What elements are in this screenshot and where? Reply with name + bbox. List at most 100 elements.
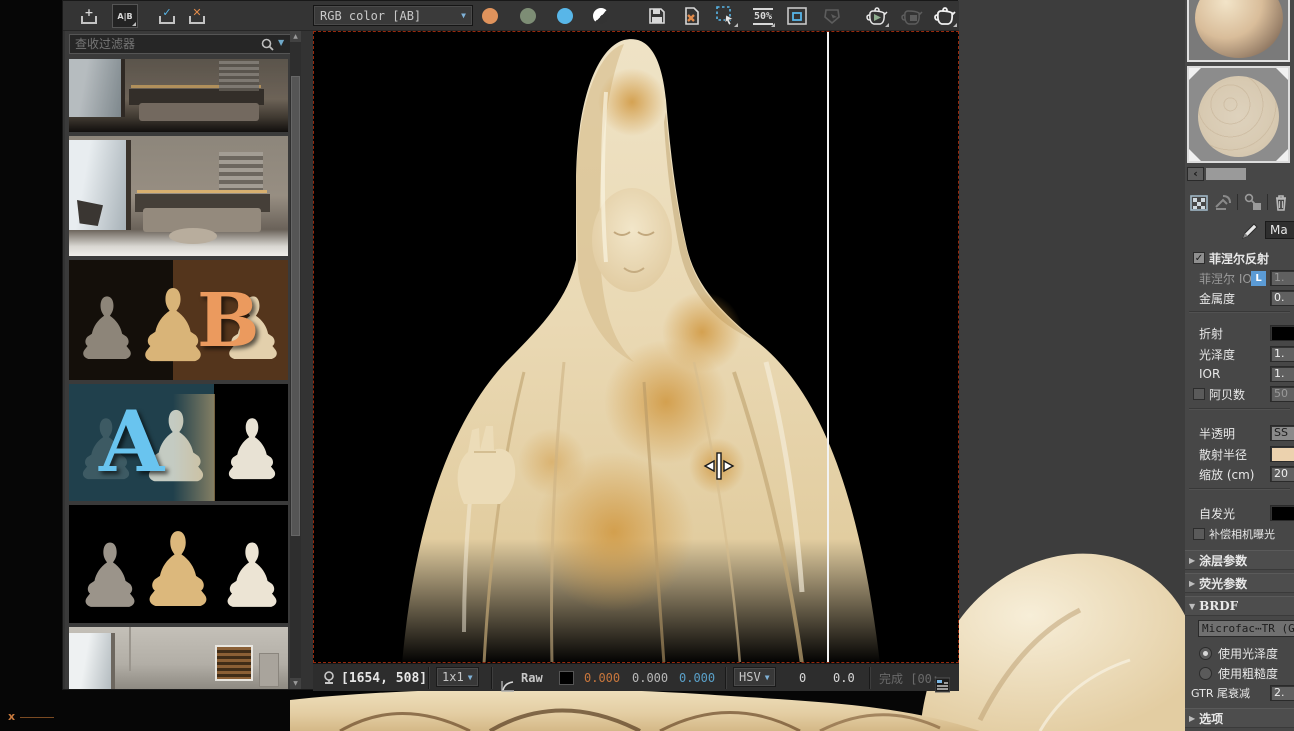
file-x-icon	[683, 7, 701, 25]
slot-scroll-left-button[interactable]: ‹	[1187, 167, 1204, 181]
material-preview-sphere[interactable]	[1187, 0, 1290, 62]
channel-dropdown[interactable]: RGB color [AB] ▼	[313, 5, 473, 26]
show-in-viewport-icon[interactable]	[1190, 193, 1209, 212]
color-swatch-orange[interactable]	[482, 8, 498, 24]
use-glossiness-radio[interactable]	[1199, 647, 1212, 660]
ab-compare-button[interactable]: A|B	[112, 4, 138, 28]
render-button[interactable]	[932, 4, 958, 28]
add-render-button[interactable]: +	[76, 4, 102, 28]
accept-button[interactable]: ✓	[154, 4, 180, 28]
glossiness-field[interactable]: 1.	[1270, 346, 1294, 362]
glossiness-row: 光泽度 1.	[1185, 344, 1294, 364]
search-options-chevron-icon[interactable]: ▼	[278, 38, 284, 47]
use-roughness-radio[interactable]	[1199, 667, 1212, 680]
material-name-field[interactable]: Ma	[1265, 221, 1294, 239]
compensate-checkbox[interactable]	[1193, 528, 1205, 540]
checker-swatch-icon[interactable]	[590, 5, 613, 28]
coating-section-header[interactable]: ▶ 涂层参数	[1185, 550, 1294, 570]
scatter-radius-row: 散射半径	[1185, 444, 1294, 464]
use-glossiness-label: 使用光泽度	[1218, 645, 1278, 662]
selfillum-label: 自发光	[1199, 505, 1235, 522]
metalness-field[interactable]: 0.	[1270, 290, 1294, 306]
render-teapot-disabled-icon	[900, 7, 924, 26]
history-item-three-statues[interactable]	[69, 505, 288, 623]
scale-label: 缩放 (cm)	[1199, 466, 1254, 483]
history-item-compare-a[interactable]: A	[69, 384, 288, 501]
options-section-header[interactable]: ▶ 选项	[1185, 708, 1294, 728]
gtr-field[interactable]: 2.	[1270, 685, 1294, 701]
pixel-probe-icon[interactable]	[323, 671, 335, 685]
history-item-bedroom-dark[interactable]	[69, 59, 288, 132]
compare-label-a: A	[99, 392, 164, 491]
brdf-section-header[interactable]: ▼ BRDF	[1185, 596, 1294, 616]
render-region-button[interactable]	[899, 4, 925, 28]
viewport-region-button[interactable]	[784, 4, 810, 28]
reject-x-icon: ✕	[189, 9, 205, 24]
scale-field[interactable]: 20	[1270, 466, 1294, 482]
accept-check-icon: ✓	[159, 9, 175, 24]
ab-divider-line[interactable]	[827, 32, 829, 663]
region-select-button[interactable]	[713, 4, 739, 28]
material-preview-map[interactable]	[1187, 66, 1290, 163]
curve-icon[interactable]	[501, 672, 515, 700]
fluorescence-section-header[interactable]: ▶ 荧光参数	[1185, 573, 1294, 593]
refraction-label: 折射	[1199, 325, 1223, 342]
search-input[interactable]	[69, 34, 291, 54]
chevron-down-icon: ▼	[468, 673, 473, 682]
selfillum-color-swatch[interactable]	[1270, 505, 1294, 521]
display-mode-label[interactable]: Raw	[521, 664, 543, 692]
ior-lock-button[interactable]: L	[1251, 271, 1266, 286]
history-item-room[interactable]	[69, 627, 288, 689]
color-swatch-blue[interactable]	[557, 8, 573, 24]
use-roughness-row: 使用粗糙度	[1185, 663, 1294, 683]
scroll-down-icon[interactable]: ▼	[290, 678, 301, 689]
make-unique-icon[interactable]	[1214, 193, 1233, 212]
history-scrollbar-thumb[interactable]	[291, 76, 300, 536]
selection-corner	[1276, 149, 1288, 161]
abbe-field[interactable]: 50	[1270, 386, 1294, 402]
compare-label-b: B	[197, 278, 260, 364]
abbe-row: 阿贝数 50	[1185, 384, 1294, 404]
history-scrollbar[interactable]: ▲ ▼	[290, 31, 301, 689]
coating-header-label: 涂层参数	[1199, 552, 1247, 569]
brdf-header-label: BRDF	[1199, 599, 1238, 613]
gtr-label: GTR 尾衰减	[1191, 685, 1250, 701]
value-h: 0	[799, 664, 806, 692]
search-icon[interactable]	[261, 38, 274, 51]
render-canvas[interactable]	[313, 31, 959, 663]
chevron-down-icon: ▼	[461, 11, 466, 20]
scroll-up-icon[interactable]: ▲	[290, 31, 301, 42]
track-mouse-button[interactable]	[819, 4, 845, 28]
render-last-button[interactable]	[864, 4, 890, 28]
colorspace-dropdown[interactable]: HSV ▼	[733, 667, 776, 687]
abbe-checkbox[interactable]	[1193, 388, 1205, 400]
expanded-arrow-icon: ▼	[1189, 602, 1195, 611]
fresnel-checkbox[interactable]: ✓	[1193, 252, 1205, 264]
rename-pencil-icon[interactable]	[1240, 221, 1260, 241]
translucency-label: 半透明	[1199, 425, 1235, 442]
put-to-library-icon[interactable]	[1243, 193, 1263, 212]
material-editor-panel: ‹ Ma ✓ 菲涅尔反射	[1185, 0, 1294, 731]
clear-image-button[interactable]	[679, 4, 705, 28]
slot-scrollbar-thumb[interactable]	[1206, 168, 1246, 180]
history-item-compare-b[interactable]: B	[69, 260, 288, 380]
save-image-button[interactable]	[644, 4, 670, 28]
value-r: 0.000	[584, 664, 620, 692]
color-swatch-green[interactable]	[520, 8, 536, 24]
reject-button[interactable]: ✕	[184, 4, 210, 28]
stats-menu-icon[interactable]	[935, 671, 950, 699]
zoom-level-button[interactable]: 50%	[750, 4, 776, 28]
selection-corner	[1189, 149, 1201, 161]
history-item-bedroom[interactable]	[69, 136, 288, 256]
selection-corner	[1276, 68, 1288, 80]
refraction-color-swatch[interactable]	[1270, 325, 1294, 341]
translucency-dropdown[interactable]: SS	[1270, 425, 1294, 441]
ior-field[interactable]: 1.	[1270, 366, 1294, 382]
delete-icon[interactable]	[1273, 193, 1289, 212]
scatter-color-swatch[interactable]	[1270, 446, 1294, 462]
brdf-type-dropdown[interactable]: Microfac⋯TR (G	[1198, 620, 1294, 637]
scatter-radius-label: 散射半径	[1199, 446, 1247, 463]
fresnel-ior-field[interactable]: 1.	[1270, 270, 1294, 286]
compensate-row: 补偿相机曝光	[1185, 524, 1294, 544]
pixel-ratio-dropdown[interactable]: 1x1 ▼	[436, 667, 479, 687]
